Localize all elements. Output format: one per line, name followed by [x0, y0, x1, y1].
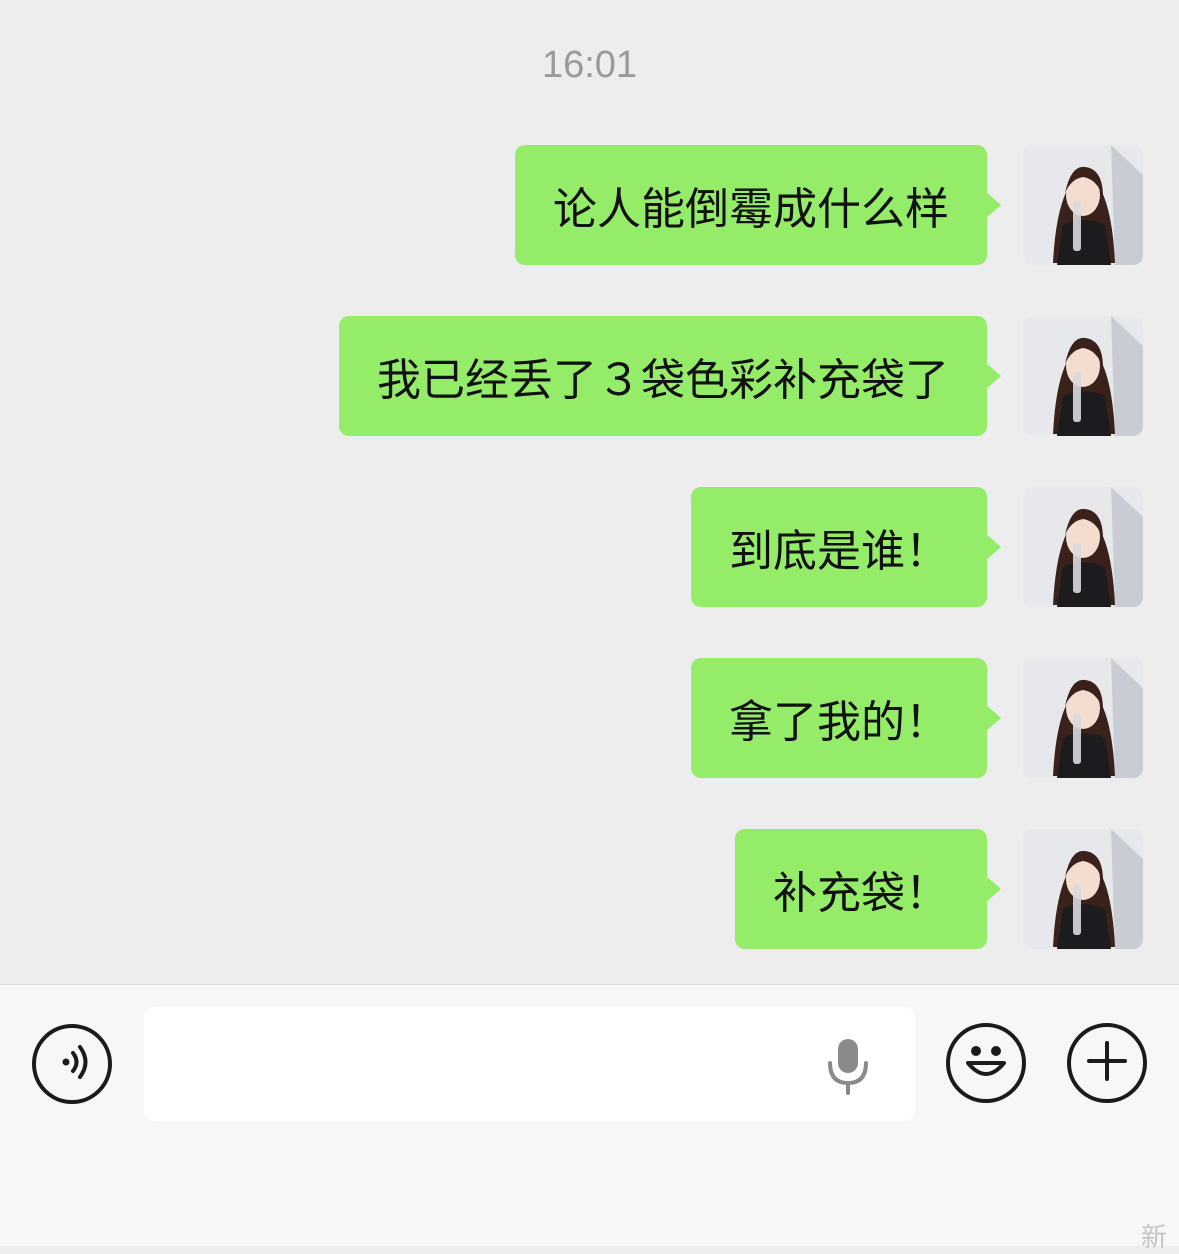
message-row: 我已经丢了３袋色彩补充袋了	[339, 316, 1143, 436]
watermark: 新	[1141, 1223, 1168, 1253]
message-row: 补充袋！	[735, 829, 1143, 949]
message-row: 拿了我的！	[691, 658, 1143, 778]
avatar[interactable]	[1023, 658, 1143, 778]
message-bubble[interactable]: 我已经丢了３袋色彩补充袋了	[339, 316, 1001, 436]
avatar[interactable]	[1023, 316, 1143, 436]
message-timestamp: 16:01	[541, 44, 638, 86]
avatar[interactable]	[1023, 145, 1143, 265]
voice-icon	[50, 1040, 94, 1088]
emoji-icon	[956, 1031, 1016, 1095]
message-bubble[interactable]: 拿了我的！	[691, 658, 1001, 778]
more-button[interactable]	[1067, 1023, 1147, 1103]
message-bubble[interactable]: 论人能倒霉成什么样	[515, 145, 1001, 265]
microphone-icon[interactable]	[824, 1037, 872, 1097]
chat-area[interactable]: 16:01 论人能倒霉成什么样 我已经丢了３袋色彩补充袋了 到底是谁！ 拿了我的…	[0, 0, 1179, 984]
plus-icon	[1085, 1039, 1129, 1087]
avatar[interactable]	[1023, 829, 1143, 949]
message-bubble[interactable]: 补充袋！	[735, 829, 1001, 949]
message-row: 论人能倒霉成什么样	[515, 145, 1143, 265]
input-bar: 新	[0, 984, 1179, 1253]
voice-mode-button[interactable]	[32, 1024, 112, 1104]
emoji-button[interactable]	[946, 1023, 1026, 1103]
message-row: 到底是谁！	[691, 487, 1143, 607]
message-input[interactable]	[144, 1007, 915, 1121]
message-bubble[interactable]: 到底是谁！	[691, 487, 1001, 607]
avatar[interactable]	[1023, 487, 1143, 607]
